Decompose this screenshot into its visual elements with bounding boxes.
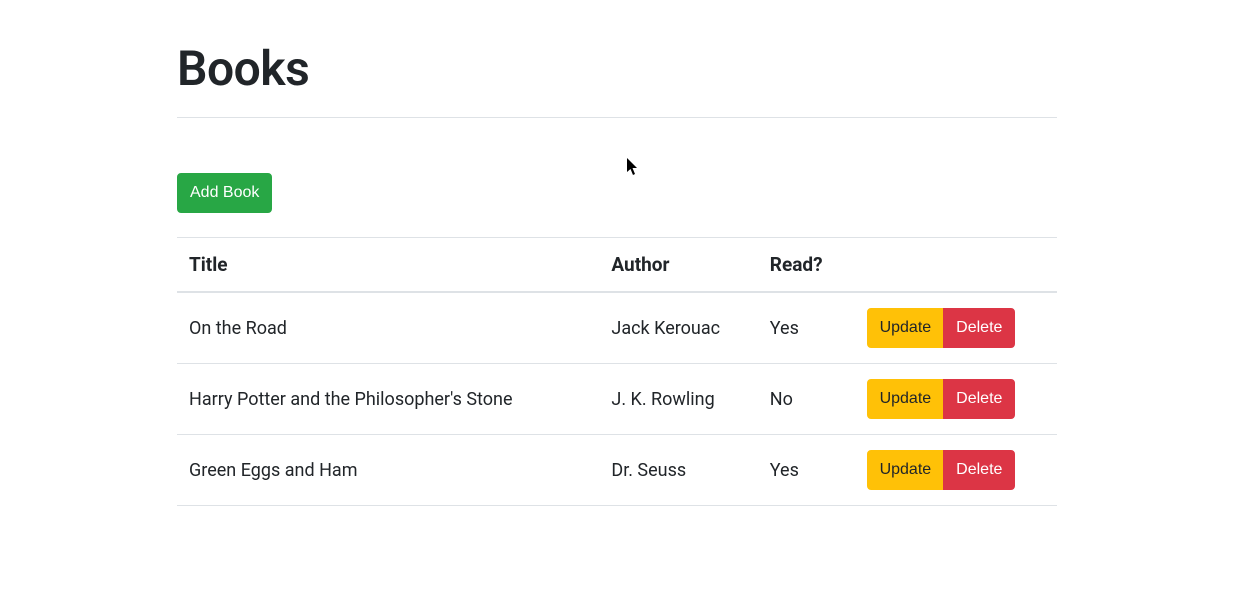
row-action-group: Update Delete	[867, 379, 1016, 419]
update-button[interactable]: Update	[867, 308, 945, 348]
cell-title: Harry Potter and the Philosopher's Stone	[177, 364, 599, 435]
cell-title: On the Road	[177, 292, 599, 364]
header-author: Author	[599, 238, 757, 292]
update-button[interactable]: Update	[867, 450, 945, 490]
cell-actions: Update Delete	[855, 364, 1057, 435]
cell-actions: Update Delete	[855, 292, 1057, 364]
row-action-group: Update Delete	[867, 450, 1016, 490]
header-read: Read?	[758, 238, 855, 292]
header-title: Title	[177, 238, 599, 292]
cell-read: Yes	[758, 292, 855, 364]
table-row: Harry Potter and the Philosopher's Stone…	[177, 364, 1057, 435]
cell-actions: Update Delete	[855, 435, 1057, 506]
page-container: Books Add Book Title Author Read? On the…	[157, 40, 1077, 546]
cell-read: Yes	[758, 435, 855, 506]
add-book-button[interactable]: Add Book	[177, 173, 272, 213]
table-row: Green Eggs and Ham Dr. Seuss Yes Update …	[177, 435, 1057, 506]
books-table: Title Author Read? On the Road Jack Kero…	[177, 238, 1057, 506]
update-button[interactable]: Update	[867, 379, 945, 419]
delete-button[interactable]: Delete	[943, 450, 1015, 490]
delete-button[interactable]: Delete	[943, 308, 1015, 348]
cell-author: J. K. Rowling	[599, 364, 757, 435]
table-header-row: Title Author Read?	[177, 238, 1057, 292]
table-row: On the Road Jack Kerouac Yes Update Dele…	[177, 292, 1057, 364]
cell-title: Green Eggs and Ham	[177, 435, 599, 506]
cell-author: Jack Kerouac	[599, 292, 757, 364]
delete-button[interactable]: Delete	[943, 379, 1015, 419]
cell-author: Dr. Seuss	[599, 435, 757, 506]
header-actions	[855, 238, 1057, 292]
page-title: Books	[177, 40, 1057, 97]
row-action-group: Update Delete	[867, 308, 1016, 348]
title-divider	[177, 117, 1057, 118]
cell-read: No	[758, 364, 855, 435]
